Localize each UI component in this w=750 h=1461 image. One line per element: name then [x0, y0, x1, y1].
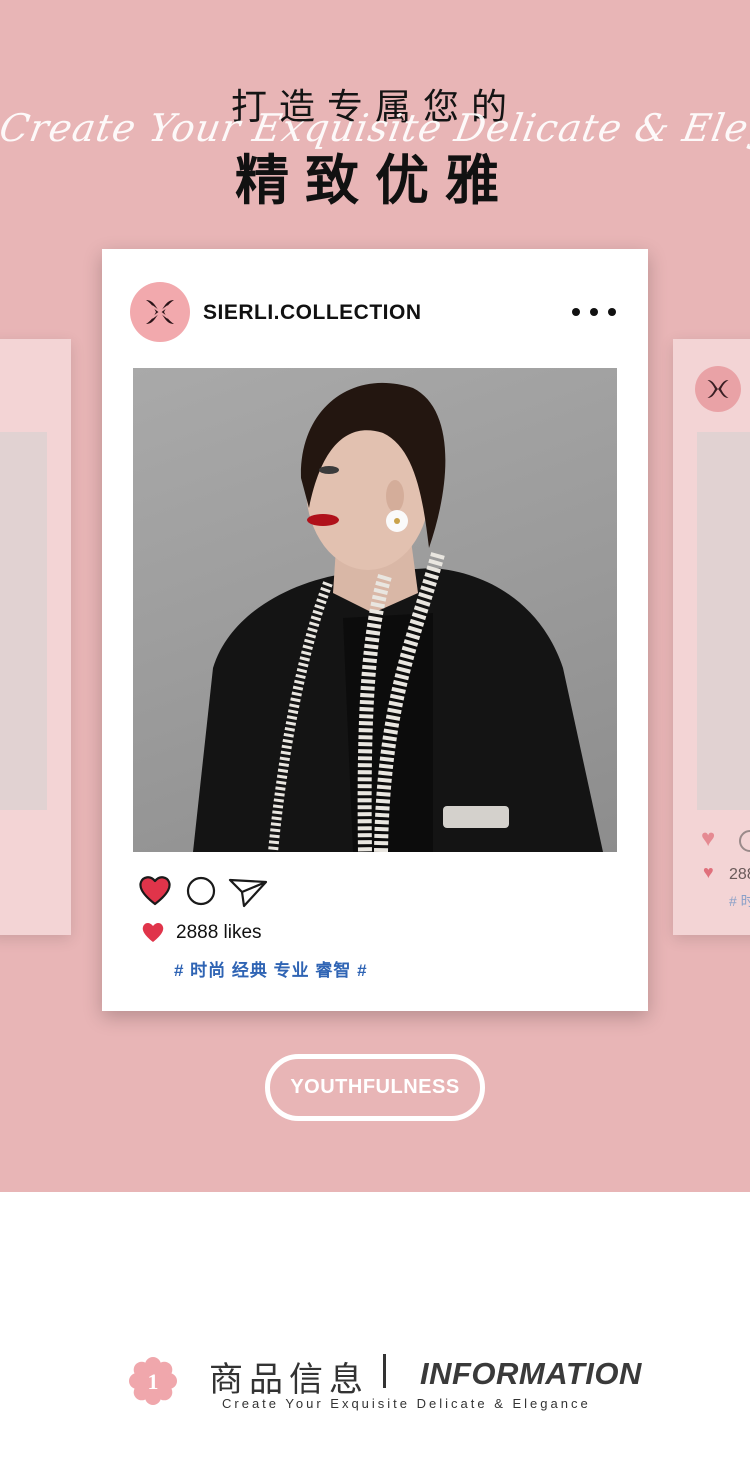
side-post-image: [0, 432, 47, 810]
side-comment-icon[interactable]: [739, 830, 750, 852]
youthfulness-label: YOUTHFULNESS: [290, 1076, 460, 1098]
info-title-en: INFORMATION: [420, 1356, 642, 1391]
post-username[interactable]: SIERLI.COLLECTION: [203, 301, 422, 325]
side-post-card-left[interactable]: [0, 339, 71, 935]
info-number: 1: [148, 1369, 159, 1394]
likes-count: 2888 likes: [176, 922, 262, 943]
post-card: SIERLI.COLLECTION 2888 likes # 时尚 经典 专业 …: [102, 249, 648, 1011]
avatar[interactable]: [130, 282, 190, 342]
hero-section: 打造专属您的 Create Your Exquisite Delicate & …: [0, 0, 750, 1192]
youthfulness-button[interactable]: YOUTHFULNESS: [265, 1054, 485, 1121]
side-post-image: [697, 432, 750, 810]
comment-icon[interactable]: [186, 876, 216, 906]
headline-main: 精致优雅: [235, 151, 515, 211]
post-tags[interactable]: # 时尚 经典 专业 睿智 #: [174, 956, 368, 981]
side-heart-icon[interactable]: ♥: [701, 827, 715, 851]
share-icon[interactable]: [228, 876, 268, 908]
post-photo[interactable]: [133, 368, 617, 852]
side-post-avatar: [695, 366, 741, 412]
more-dots-icon[interactable]: [572, 299, 616, 325]
side-post-card-right[interactable]: ♥ ♥ 2888 # 时: [673, 339, 750, 935]
dot: [590, 308, 598, 316]
side-likes-heart-icon: ♥: [703, 862, 714, 882]
heart-icon[interactable]: [138, 874, 172, 906]
info-divider: [383, 1354, 386, 1388]
monogram-logo-icon: [146, 300, 174, 324]
side-tags: # 时: [729, 893, 750, 909]
likes-heart-icon: [142, 923, 164, 942]
monogram-logo-icon: [707, 380, 729, 398]
side-likes-count: 2888: [729, 866, 750, 883]
dot: [608, 308, 616, 316]
info-subtitle: Create Your Exquisite Delicate & Eleganc…: [222, 1396, 591, 1411]
dot: [572, 308, 580, 316]
info-title-cn: 商品信息: [209, 1361, 369, 1399]
model-photo-illustration: [193, 382, 603, 852]
flower-number-icon: 1: [129, 1357, 177, 1405]
